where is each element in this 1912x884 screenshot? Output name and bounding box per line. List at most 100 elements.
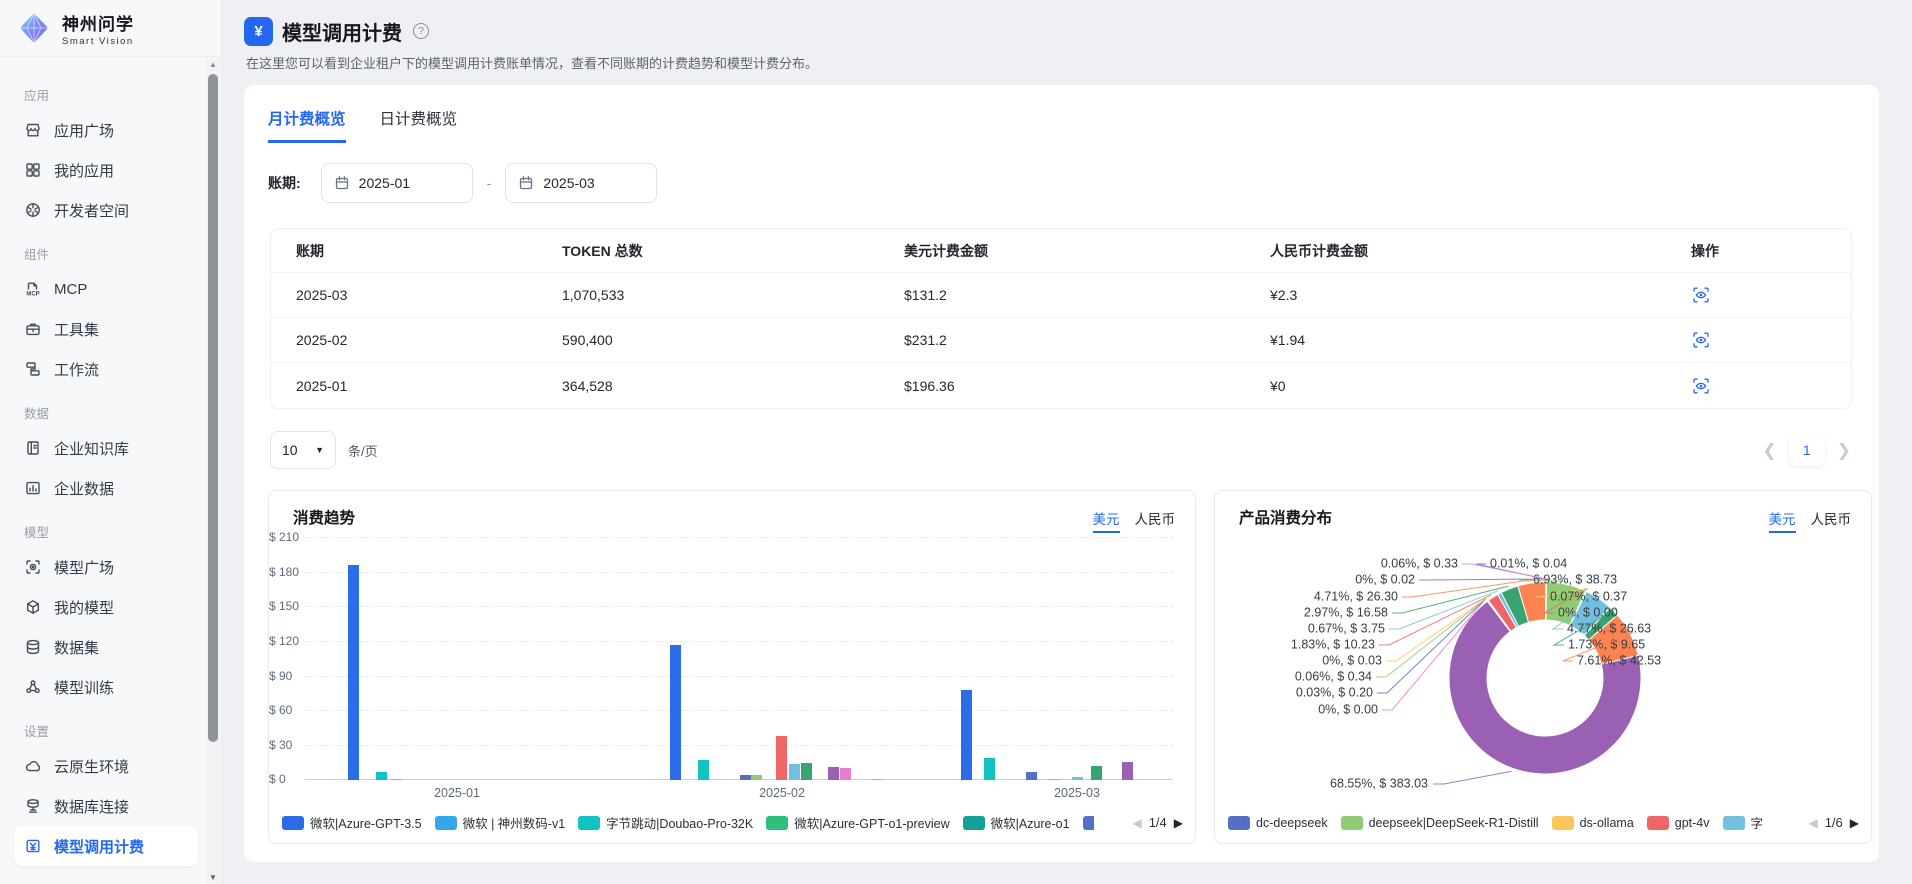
bar-2025-03[interactable] — [1026, 772, 1037, 780]
sidebar-item-store[interactable]: 应用广场 — [14, 110, 198, 150]
sidebar-item-workflow[interactable]: 工作流 — [14, 349, 198, 389]
legend-item[interactable]: 微软|Azure-GPT-3.5 — [282, 813, 422, 832]
sidebar-item-billing[interactable]: 模型调用计费 — [14, 826, 198, 866]
prev-page-icon[interactable]: ❮ — [1763, 442, 1777, 459]
bar-2025-01[interactable] — [376, 772, 387, 780]
sidebar-item-label: MCP — [54, 281, 87, 298]
sidebar-item-model-plaza[interactable]: 模型广场 — [14, 547, 198, 587]
bar-2025-02[interactable] — [670, 645, 681, 780]
legend-item[interactable]: 字 — [1723, 813, 1764, 832]
sidebar-item-toolbox[interactable]: 工具集 — [14, 309, 198, 349]
bar-2025-03[interactable] — [984, 758, 995, 780]
legend-prev-icon[interactable]: ◀ — [1132, 816, 1141, 830]
legend-item[interactable]: 微软 | 神州数码-v1 — [435, 813, 566, 832]
bar-2025-02[interactable] — [840, 768, 851, 780]
training-icon — [24, 678, 42, 696]
view-bill-button[interactable] — [1691, 284, 1713, 306]
sidebar-item-mcp[interactable]: MCP MCP — [14, 269, 198, 309]
bar-2025-03[interactable] — [1072, 777, 1083, 780]
sidebar-item-enterprise-data[interactable]: 企业数据 — [14, 468, 198, 508]
view-detail-icon — [1691, 330, 1711, 350]
donut-chart[interactable]: 0.01%, $ 0.046.93%, $ 38.730.07%, $ 0.37… — [1215, 531, 1873, 801]
bar-2025-01[interactable] — [391, 779, 402, 780]
scrollbar-up-icon[interactable]: ▲ — [206, 60, 220, 69]
view-bill-button[interactable] — [1691, 329, 1713, 351]
bar-2025-02[interactable] — [751, 775, 762, 780]
bar-2025-02[interactable] — [762, 779, 773, 780]
legend-item[interactable] — [1083, 816, 1100, 830]
bar-2025-03[interactable] — [961, 690, 972, 780]
donut-slice[interactable]: 0.06%, $ 0.33 — [1546, 582, 1547, 620]
sidebar-item-my-model[interactable]: 我的模型 — [14, 587, 198, 627]
bar-2025-02[interactable] — [828, 767, 839, 780]
legend-next-icon[interactable]: ▶ — [1174, 816, 1183, 830]
legend-item[interactable]: gpt-4v — [1647, 816, 1710, 830]
bar-2025-02[interactable] — [740, 775, 751, 780]
gridline — [305, 537, 1173, 538]
bar-2025-02[interactable] — [801, 763, 812, 780]
current-page-button[interactable]: 1 — [1789, 435, 1825, 466]
legend-next-icon[interactable]: ▶ — [1850, 816, 1859, 830]
bar-2025-03[interactable] — [1122, 762, 1133, 780]
currency-cny-tab[interactable]: 人民币 — [1135, 508, 1176, 533]
donut-slice-label: 68.55%, $ 383.03 — [1330, 776, 1428, 790]
next-page-icon[interactable]: ❯ — [1837, 442, 1851, 459]
sidebar-item-developer[interactable]: 开发者空间 — [14, 190, 198, 230]
column-header: TOKEN 总数 — [562, 241, 904, 261]
calendar-icon — [334, 175, 350, 191]
sidebar-item-label: 模型广场 — [54, 557, 114, 578]
legend-item[interactable]: 微软|Azure-GPT-o1-preview — [766, 813, 949, 832]
table-cell: ¥2.3 — [1270, 287, 1691, 303]
page-size-unit: 条/页 — [348, 441, 378, 460]
tab-daily-overview[interactable]: 日计费概览 — [380, 107, 458, 143]
sidebar-scrollbar[interactable]: ▲ ▼ — [206, 58, 220, 884]
legend-item[interactable]: dc-deepseek — [1228, 816, 1328, 830]
gridline — [305, 572, 1173, 573]
start-month-input[interactable]: 2025-01 — [321, 163, 473, 203]
bar-2025-01[interactable] — [364, 779, 375, 780]
legend-item[interactable]: 字节跳动|Doubao-Pro-32K — [578, 813, 753, 832]
legend-item[interactable]: 微软|Azure-o1 — [963, 813, 1070, 832]
sidebar-item-grid[interactable]: 我的应用 — [14, 150, 198, 190]
legend-item[interactable]: ds-ollama — [1552, 816, 1634, 830]
bar-2025-03[interactable] — [1049, 779, 1060, 780]
sidebar-item-training[interactable]: 模型训练 — [14, 667, 198, 707]
sidebar-item-dataset[interactable]: 数据集 — [14, 627, 198, 667]
end-month-input[interactable]: 2025-03 — [505, 163, 657, 203]
bar-2025-02[interactable] — [872, 779, 883, 780]
help-icon[interactable]: ? — [413, 23, 429, 39]
view-bill-button[interactable] — [1691, 375, 1713, 397]
sidebar-item-label: 工具集 — [54, 319, 99, 340]
bar-2025-03[interactable] — [1091, 766, 1102, 780]
gridline — [305, 745, 1173, 746]
sidebar-item-cloud[interactable]: 云原生环境 — [14, 746, 198, 786]
y-axis-tick: $ 120 — [269, 634, 301, 648]
sidebar-nav: 应用 应用广场 我的应用 开发者空间组件MCP MCP 工具集 工作流数据 企业… — [0, 57, 206, 884]
scrollbar-thumb[interactable] — [208, 74, 218, 742]
brand-logo-icon — [16, 10, 52, 46]
x-axis-tick: 2025-01 — [422, 786, 492, 800]
tab-monthly-overview[interactable]: 月计费概览 — [268, 107, 346, 143]
currency-cny-tab[interactable]: 人民币 — [1811, 508, 1852, 533]
bar-2025-02[interactable] — [698, 760, 709, 780]
legend-label: gpt-4v — [1675, 816, 1710, 830]
legend-item[interactable]: deepseek|DeepSeek-R1-Distill — [1341, 816, 1539, 830]
legend-label: 微软 | 神州数码-v1 — [463, 813, 566, 832]
sidebar-item-knowledge[interactable]: 企业知识库 — [14, 428, 198, 468]
sidebar-item-db-connect[interactable]: 数据库连接 — [14, 786, 198, 826]
legend-label: 微软|Azure-GPT-3.5 — [310, 813, 422, 832]
currency-usd-tab[interactable]: 美元 — [1769, 508, 1796, 533]
donut-slice-label: 7.61%, $ 42.53 — [1577, 653, 1661, 667]
table-row: 2025-02590,400$231.2¥1.94 — [271, 318, 1851, 363]
bar-2025-02[interactable] — [789, 764, 800, 780]
label-leader-line — [1433, 771, 1512, 784]
currency-usd-tab[interactable]: 美元 — [1093, 508, 1120, 533]
scrollbar-down-icon[interactable]: ▼ — [206, 873, 220, 882]
legend-prev-icon[interactable]: ◀ — [1808, 816, 1817, 830]
charts-row: 消费趋势 美元 人民币 $ 210$ 180$ 150$ 120$ 90$ 60… — [268, 490, 1872, 844]
bar-2025-01[interactable] — [348, 565, 359, 780]
bar-2025-02[interactable] — [776, 736, 787, 780]
page-size-select[interactable]: 10 ▼ — [270, 431, 336, 469]
gridline — [305, 710, 1173, 711]
range-separator: - — [487, 175, 492, 191]
